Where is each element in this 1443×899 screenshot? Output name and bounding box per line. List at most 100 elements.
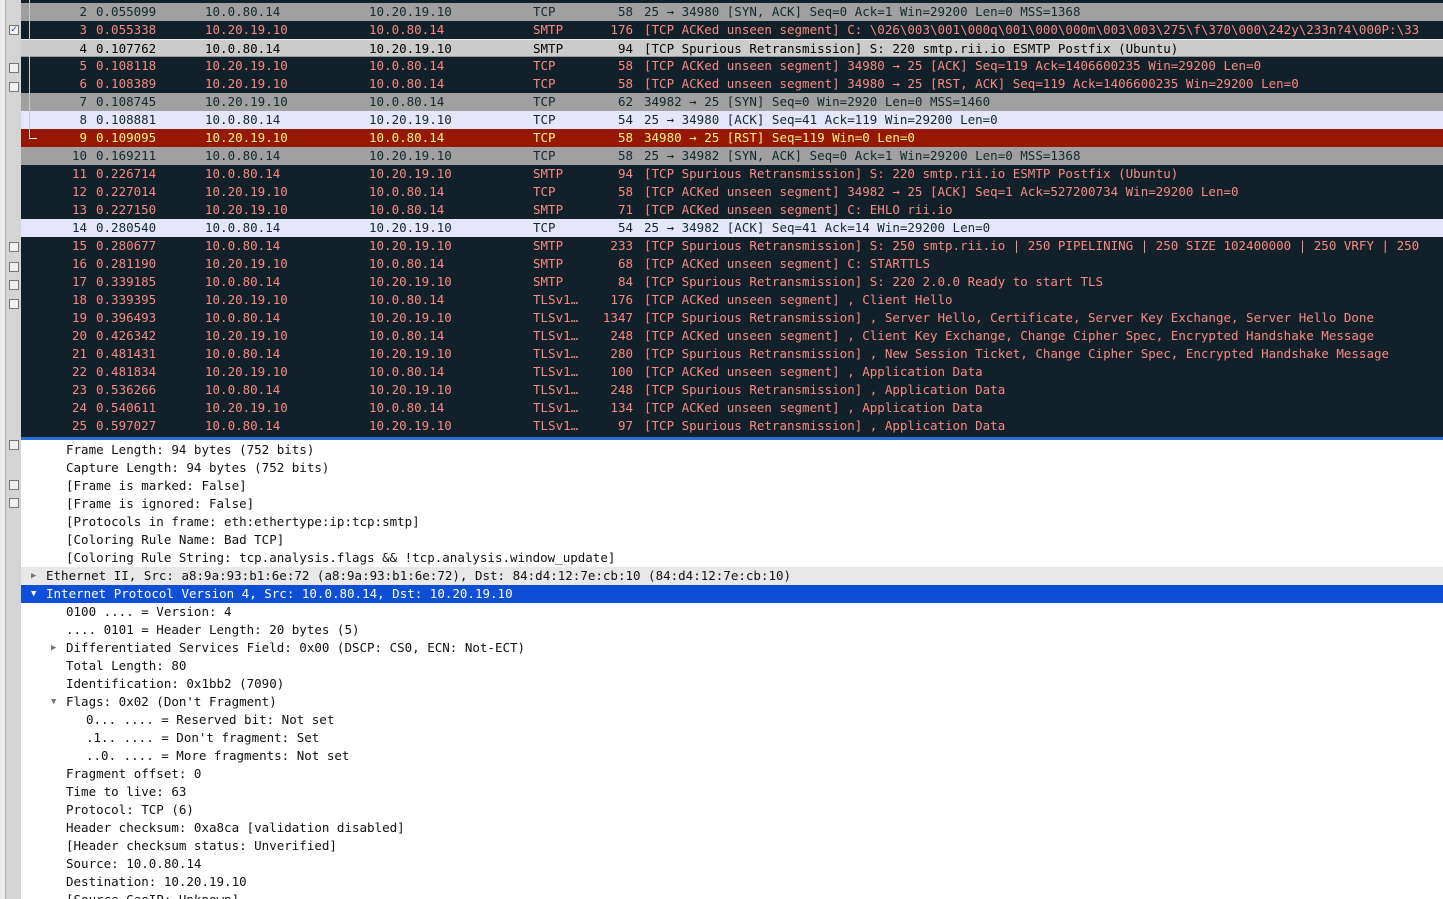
- tree-item[interactable]: Header checksum: 0xa8ca [validation disa…: [21, 819, 1443, 837]
- checkbox[interactable]: [9, 262, 19, 272]
- packet-length: 134: [610, 400, 633, 415]
- packet-time: 0.108118: [96, 58, 157, 73]
- packet-number: 16: [71, 256, 87, 271]
- tree-item[interactable]: [Protocols in frame: eth:ethertype:ip:tc…: [21, 513, 1443, 531]
- packet-length: 176: [610, 22, 633, 37]
- packet-row[interactable]: 14 0.280540 10.0.80.14 10.20.19.10 TCP 54 25 →…: [21, 219, 1443, 237]
- tree-item[interactable]: [Coloring Rule Name: Bad TCP]: [21, 531, 1443, 549]
- packet-length: 94: [617, 166, 633, 181]
- tree-item[interactable]: Identification: 0x1bb2 (7090): [21, 675, 1443, 693]
- collapse-triangle-icon[interactable]: ▶: [51, 639, 56, 657]
- tree-item[interactable]: .1.. .... = Don't fragment: Set: [21, 729, 1443, 747]
- packet-row[interactable]: 9 0.109095 10.20.19.10 10.0.80.14 TCP 58 34980…: [21, 129, 1443, 147]
- packet-row[interactable]: 22 0.481834 10.20.19.10 10.0.80.14 TLSv1… 100…: [21, 363, 1443, 381]
- tree-item[interactable]: Protocol: TCP (6): [21, 801, 1443, 819]
- packet-number: 25: [71, 418, 87, 433]
- tree-item-label: .... 0101 = Header Length: 20 bytes (5): [66, 622, 360, 637]
- tree-item[interactable]: Total Length: 80: [21, 657, 1443, 675]
- packet-length: 58: [617, 184, 633, 199]
- packet-row[interactable]: 24 0.540611 10.20.19.10 10.0.80.14 TLSv1… 134…: [21, 399, 1443, 417]
- tree-item-label: Destination: 10.20.19.10: [66, 874, 247, 889]
- packet-source: 10.20.19.10: [205, 22, 288, 37]
- packet-number: 11: [71, 166, 87, 181]
- packet-row[interactable]: 23 0.536266 10.0.80.14 10.20.19.10 TLSv1… 248…: [21, 381, 1443, 399]
- tree-item[interactable]: [Source GeoIP: Unknown]: [21, 891, 1443, 899]
- tree-item[interactable]: .... 0101 = Header Length: 20 bytes (5): [21, 621, 1443, 639]
- checkbox[interactable]: [9, 280, 19, 290]
- collapse-triangle-icon[interactable]: ▶: [31, 567, 36, 585]
- tree-item[interactable]: ▼ Flags: 0x02 (Don't Fragment): [21, 693, 1443, 711]
- tree-item[interactable]: ..0. .... = More fragments: Not set: [21, 747, 1443, 765]
- packet-info: [TCP Spurious Retransmission] S: 250 smt…: [644, 238, 1420, 253]
- packet-protocol: TCP: [533, 130, 556, 145]
- packet-row[interactable]: 7 0.108745 10.20.19.10 10.0.80.14 TCP 62 34982…: [21, 93, 1443, 111]
- packet-row[interactable]: 8 0.108881 10.0.80.14 10.20.19.10 TCP 54 25 → …: [21, 111, 1443, 129]
- packet-destination: 10.0.80.14: [369, 184, 445, 199]
- tree-item[interactable]: [Coloring Rule String: tcp.analysis.flag…: [21, 549, 1443, 567]
- packet-row[interactable]: 18 0.339395 10.20.19.10 10.0.80.14 TLSv1… 176…: [21, 291, 1443, 309]
- packet-time: 0.280540: [96, 220, 157, 235]
- packet-protocol: SMTP: [533, 202, 564, 217]
- packet-details-tree[interactable]: Frame Length: 94 bytes (752 bits) Capture…: [21, 440, 1443, 899]
- checkbox[interactable]: [9, 440, 19, 450]
- packet-info: 25 → 34980 [SYN, ACK] Seq=0 Ack=1 Win=29…: [644, 4, 1081, 19]
- tree-item-label: Flags: 0x02 (Don't Fragment): [66, 694, 277, 709]
- related-packet-line: [29, 0, 30, 139]
- tree-item[interactable]: [Header checksum status: Unverified]: [21, 837, 1443, 855]
- packet-length: 62: [617, 94, 633, 109]
- checkbox[interactable]: [9, 242, 19, 252]
- tree-item[interactable]: Frame Length: 94 bytes (752 bits): [21, 441, 1443, 459]
- tree-item[interactable]: Destination: 10.20.19.10: [21, 873, 1443, 891]
- packet-row[interactable]: 11 0.226714 10.0.80.14 10.20.19.10 SMTP 94 [TC…: [21, 165, 1443, 183]
- tree-item[interactable]: ▶ Ethernet II, Src: a8:9a:93:b1:6e:72 (a8…: [21, 567, 1443, 585]
- tree-item[interactable]: Capture Length: 94 bytes (752 bits): [21, 459, 1443, 477]
- tree-item[interactable]: 0100 .... = Version: 4: [21, 603, 1443, 621]
- packet-row[interactable]: 25 0.597027 10.0.80.14 10.20.19.10 TLSv1… 97 […: [21, 417, 1443, 435]
- packet-time: 0.226714: [96, 166, 157, 181]
- checkbox[interactable]: [9, 480, 19, 490]
- packet-row[interactable]: 19 0.396493 10.0.80.14 10.20.19.10 TLSv1… 134…: [21, 309, 1443, 327]
- checkbox[interactable]: [9, 63, 19, 73]
- packet-length: 1347: [602, 310, 633, 325]
- packet-row-selected[interactable]: 4 0.107762 10.0.80.14 10.20.19.10 SMTP 94 [TCP…: [21, 39, 1443, 57]
- packet-row[interactable]: 12 0.227014 10.20.19.10 10.0.80.14 TCP 58 [TCP…: [21, 183, 1443, 201]
- packet-row[interactable]: 3 0.055338 10.20.19.10 10.0.80.14 SMTP 176 [TC…: [21, 21, 1443, 39]
- packet-source: 10.20.19.10: [205, 184, 288, 199]
- checkbox-checked[interactable]: ✓: [9, 25, 19, 35]
- tree-item[interactable]: Source: 10.0.80.14: [21, 855, 1443, 873]
- packet-source: 10.0.80.14: [205, 41, 281, 56]
- tree-item[interactable]: ▶ Differentiated Services Field: 0x00 (DS…: [21, 639, 1443, 657]
- packet-destination: 10.20.19.10: [369, 4, 452, 19]
- packet-time: 0.536266: [96, 382, 157, 397]
- checkbox[interactable]: [9, 299, 19, 309]
- expand-triangle-icon[interactable]: ▼: [51, 693, 56, 711]
- packet-row[interactable]: 10 0.169211 10.0.80.14 10.20.19.10 TCP 58 25 →…: [21, 147, 1443, 165]
- tree-item-selected[interactable]: ▼ Internet Protocol Version 4, Src: 10.0.…: [21, 585, 1443, 603]
- packet-number: 2: [79, 4, 87, 19]
- tree-item[interactable]: Time to live: 63: [21, 783, 1443, 801]
- packet-row[interactable]: 5 0.108118 10.20.19.10 10.0.80.14 TCP 58 [TCP …: [21, 57, 1443, 75]
- packet-number: 17: [71, 274, 87, 289]
- tree-item[interactable]: [Frame is ignored: False]: [21, 495, 1443, 513]
- packet-number: 5: [79, 58, 87, 73]
- packet-info: 34982 → 25 [SYN] Seq=0 Win=2920 Len=0 MS…: [644, 94, 991, 109]
- packet-number: 21: [71, 346, 87, 361]
- packet-row[interactable]: 13 0.227150 10.20.19.10 10.0.80.14 SMTP 71 [TC…: [21, 201, 1443, 219]
- packet-row[interactable]: 17 0.339185 10.0.80.14 10.20.19.10 SMTP 84 [TC…: [21, 273, 1443, 291]
- checkbox[interactable]: [9, 82, 19, 92]
- tree-item[interactable]: [Frame is marked: False]: [21, 477, 1443, 495]
- packet-row[interactable]: 2 0.055099 10.0.80.14 10.20.19.10 TCP 58 25 → …: [21, 3, 1443, 21]
- packet-row[interactable]: 21 0.481431 10.0.80.14 10.20.19.10 TLSv1… 280…: [21, 345, 1443, 363]
- checkbox[interactable]: [9, 498, 19, 508]
- packet-source: 10.0.80.14: [205, 418, 281, 433]
- tree-item[interactable]: 0... .... = Reserved bit: Not set: [21, 711, 1443, 729]
- packet-destination: 10.0.80.14: [369, 58, 445, 73]
- packet-row[interactable]: 20 0.426342 10.20.19.10 10.0.80.14 TLSv1… 248…: [21, 327, 1443, 345]
- packet-row[interactable]: 16 0.281190 10.20.19.10 10.0.80.14 SMTP 68 [TC…: [21, 255, 1443, 273]
- expand-triangle-icon[interactable]: ▼: [31, 585, 36, 603]
- packet-list[interactable]: 2 0.055099 10.0.80.14 10.20.19.10 TCP 58 25 → …: [21, 0, 1443, 437]
- packet-row[interactable]: 6 0.108389 10.20.19.10 10.0.80.14 TCP 58 [TCP …: [21, 75, 1443, 93]
- packet-length: 84: [617, 274, 633, 289]
- packet-row[interactable]: 15 0.280677 10.0.80.14 10.20.19.10 SMTP 233 [T…: [21, 237, 1443, 255]
- tree-item[interactable]: Fragment offset: 0: [21, 765, 1443, 783]
